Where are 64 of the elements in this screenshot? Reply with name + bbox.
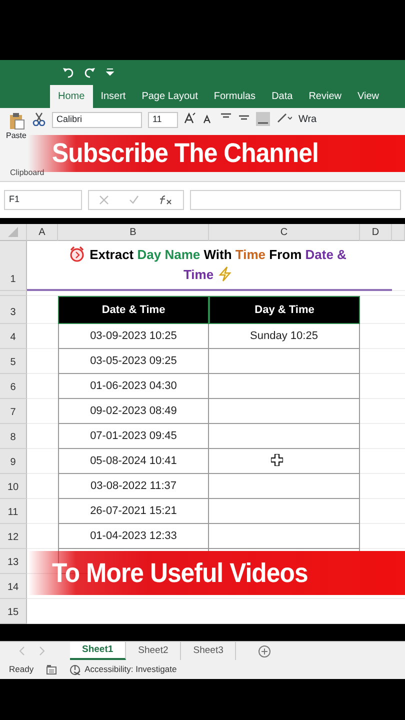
- row-header[interactable]: 3: [0, 296, 27, 324]
- row-header[interactable]: 14: [0, 574, 27, 599]
- table-cell: 01-06-2023 04:30: [58, 374, 209, 399]
- row-header[interactable]: 15: [0, 599, 27, 624]
- row-header[interactable]: 7: [0, 399, 27, 424]
- banner-text: To More Useful Videos: [52, 556, 308, 590]
- ribbon-tab[interactable]: View: [349, 85, 387, 108]
- formula-input[interactable]: [190, 190, 401, 210]
- font-name-field[interactable]: Calibri: [52, 112, 142, 128]
- row-header[interactable]: 5: [0, 349, 27, 374]
- ribbon-tab[interactable]: Formulas: [206, 85, 264, 108]
- paste-label[interactable]: Paste: [6, 130, 26, 142]
- row-header[interactable]: 10: [0, 474, 27, 499]
- orientation-icon[interactable]: [276, 112, 292, 124]
- ribbon-tab[interactable]: Data: [264, 85, 301, 108]
- ribbon-tab[interactable]: Review: [300, 85, 350, 108]
- undo-icon[interactable]: [62, 66, 74, 78]
- row-header[interactable]: 8: [0, 424, 27, 449]
- redo-icon[interactable]: [84, 66, 96, 78]
- customize-icon[interactable]: [106, 67, 114, 77]
- column-heading: Day & Time: [209, 296, 360, 324]
- column-header[interactable]: B: [58, 224, 209, 241]
- table-cell: 09-02-2023 08:49: [58, 399, 209, 424]
- font-size-field[interactable]: 11: [148, 112, 178, 128]
- function-icon[interactable]: [159, 195, 173, 205]
- alarm-clock-icon: [68, 246, 85, 262]
- table-cell: 03-08-2022 11:37: [58, 474, 209, 499]
- banner-text: Subscribe The Channel: [52, 137, 318, 170]
- table-cell: 03-05-2023 09:25: [58, 349, 209, 374]
- column-heading: Date & Time: [58, 296, 209, 324]
- macro-icon[interactable]: [46, 664, 57, 675]
- ribbon-tab[interactable]: Insert: [92, 85, 134, 108]
- column-header[interactable]: A: [27, 224, 58, 241]
- wrap-text-button[interactable]: Wra: [298, 112, 317, 127]
- table-cell: 07-01-2023 09:45: [58, 424, 209, 449]
- group-label: Clipboard: [10, 167, 44, 179]
- scissors-icon[interactable]: [32, 112, 46, 126]
- row-header[interactable]: 1: [0, 241, 27, 291]
- align-bottom-icon[interactable]: [256, 112, 270, 126]
- table-cell: 05-08-2024 10:41: [58, 449, 209, 474]
- table-cell: 26-07-2021 15:21: [58, 499, 209, 524]
- clipboard-icon[interactable]: [7, 112, 26, 130]
- row-header[interactable]: 12: [0, 524, 27, 549]
- sheet-title: Extract Day Name With Time From Date & Time: [27, 241, 392, 291]
- column-header[interactable]: D: [360, 224, 392, 241]
- column-header[interactable]: C: [209, 224, 360, 241]
- ribbon-tab[interactable]: Page Layout: [134, 85, 206, 108]
- name-box[interactable]: F1: [4, 190, 82, 210]
- row-header[interactable]: 4: [0, 324, 27, 349]
- add-sheet-icon[interactable]: [258, 644, 272, 658]
- row-header[interactable]: 9: [0, 449, 27, 474]
- lightning-icon: [218, 266, 232, 282]
- grow-font-icon[interactable]: [184, 112, 196, 124]
- row-header[interactable]: 6: [0, 374, 27, 399]
- table-cell: 01-04-2023 12:33: [58, 524, 209, 549]
- row-header[interactable]: 13: [0, 549, 27, 574]
- table-cell: 03-09-2023 10:25: [58, 324, 209, 349]
- accessibility-icon: [68, 664, 81, 675]
- table-cell: Sunday 10:25: [209, 324, 360, 349]
- ribbon-tab[interactable]: Home: [50, 85, 93, 108]
- status-text: Ready: [9, 663, 34, 676]
- row-header[interactable]: 11: [0, 499, 27, 524]
- accessibility-status[interactable]: Accessibility: Investigate: [68, 663, 177, 676]
- sheet-tab[interactable]: Sheet1: [70, 642, 126, 660]
